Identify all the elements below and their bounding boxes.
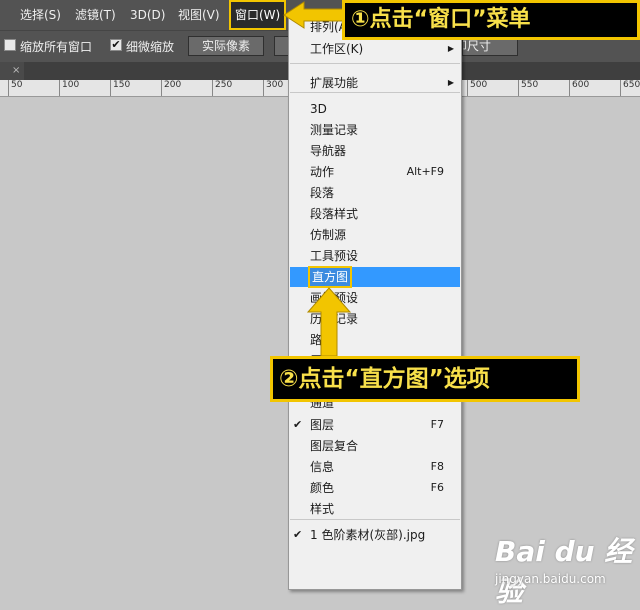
menu-item-label: 仿制源 xyxy=(310,228,347,242)
menu-item[interactable]: 测量记录 xyxy=(290,120,460,140)
submenu-arrow-icon: ▶ xyxy=(447,78,454,87)
menu-item-shortcut: Alt+F9 xyxy=(406,165,444,178)
baidu-watermark: Bai du 经验 jingyan.baidu.com xyxy=(485,530,635,608)
menu-item-label: 颜色 xyxy=(310,481,335,495)
arrow-to-window-menu xyxy=(283,1,345,29)
arrow-to-histogram xyxy=(306,287,352,357)
menu-3d[interactable]: 3D(D) xyxy=(130,0,165,30)
menu-item[interactable]: 图层复合 xyxy=(290,436,460,456)
menu-separator xyxy=(290,63,460,64)
menu-item[interactable]: 颜色 F6 xyxy=(290,478,460,498)
menu-item-label: 扩展功能 xyxy=(310,76,359,90)
menu-item[interactable]: 信息 F8 xyxy=(290,457,460,477)
menu-view[interactable]: 视图(V) xyxy=(178,0,220,30)
menu-item-shortcut: F6 xyxy=(430,481,444,494)
ruler-tick: 600 xyxy=(569,80,589,96)
check-icon: ✔ xyxy=(293,418,303,431)
menu-item-label: 测量记录 xyxy=(310,123,359,137)
menu-item-label: 样式 xyxy=(310,502,335,516)
resize-all-windows-checkbox[interactable] xyxy=(4,39,16,51)
resize-all-windows-label: 缩放所有窗口 xyxy=(20,40,93,54)
menu-item-label: 段落样式 xyxy=(310,207,359,221)
menu-item-label: 段落 xyxy=(310,186,335,200)
menu-item-label: 动作 xyxy=(310,165,335,179)
menu-separator xyxy=(290,519,460,520)
menu-select[interactable]: 选择(S) xyxy=(20,0,61,30)
callout-step1: ①点击“窗口”菜单 xyxy=(342,0,640,40)
menu-item[interactable]: 仿制源 xyxy=(290,225,460,245)
ruler-tick: 200 xyxy=(161,80,181,96)
menu-item[interactable]: 样式 xyxy=(290,499,460,519)
menu-item-label: 3D xyxy=(310,102,327,116)
ruler-tick: 50 xyxy=(8,80,22,96)
ruler-tick: 150 xyxy=(110,80,130,96)
scrubby-zoom-checkbox[interactable]: ✔ xyxy=(110,39,122,51)
menu-filter[interactable]: 滤镜(T) xyxy=(75,0,116,30)
menu-item-shortcut: F8 xyxy=(430,460,444,473)
menu-item[interactable]: 动作 Alt+F9 xyxy=(290,162,460,182)
callout-step2: ②点击“直方图”选项 xyxy=(270,356,580,402)
menu-window[interactable]: 窗口(W) xyxy=(229,0,287,30)
menu-item[interactable]: 直方图 xyxy=(290,266,460,288)
menu-item-label: 1 色阶素材(灰部).jpg xyxy=(310,528,426,542)
watermark-brand: Bai du 经验 xyxy=(495,535,633,608)
menu-item-label: 直方图 xyxy=(308,266,353,288)
submenu-arrow-icon: ▶ xyxy=(447,44,454,53)
actual-pixels-button[interactable]: 实际像素 xyxy=(188,36,264,56)
ruler-tick: 100 xyxy=(59,80,79,96)
menu-item[interactable]: 工具预设 xyxy=(290,246,460,266)
watermark-site: jingyan.baidu.com xyxy=(495,572,606,586)
ruler-tick: 300 xyxy=(263,80,283,96)
ruler-tick: 250 xyxy=(212,80,232,96)
menu-item[interactable]: 段落样式 xyxy=(290,204,460,224)
menu-item-label: 图层 xyxy=(310,418,335,432)
close-icon[interactable]: × xyxy=(12,62,20,79)
menu-item[interactable]: 扩展功能 ▶ xyxy=(290,73,460,93)
check-icon: ✔ xyxy=(293,528,303,541)
menu-item-label: 导航器 xyxy=(310,144,347,158)
menu-item[interactable]: ✔ 1 色阶素材(灰部).jpg xyxy=(290,525,460,545)
print-size-label: 打印尺寸 xyxy=(463,39,492,53)
menu-separator xyxy=(290,92,460,93)
menu-item-label: 工作区(K) xyxy=(310,42,364,56)
menu-item[interactable]: 3D xyxy=(290,99,460,119)
scrubby-zoom-label: 细微缩放 xyxy=(126,40,175,54)
ruler-tick: 500 xyxy=(467,80,487,96)
document-tab[interactable]: × xyxy=(0,62,24,80)
menu-item[interactable]: 导航器 xyxy=(290,141,460,161)
menu-item-label: 信息 xyxy=(310,460,335,474)
menu-item[interactable]: 段落 xyxy=(290,183,460,203)
menu-item-label: 工具预设 xyxy=(310,249,359,263)
ruler-tick: 550 xyxy=(518,80,538,96)
menu-item[interactable]: 工作区(K) ▶ xyxy=(290,39,460,59)
menu-item[interactable]: ✔ 图层 F7 xyxy=(290,415,460,435)
menu-item-shortcut: F7 xyxy=(430,418,444,431)
ruler-tick: 650 xyxy=(620,80,640,96)
menu-item-label: 图层复合 xyxy=(310,439,359,453)
